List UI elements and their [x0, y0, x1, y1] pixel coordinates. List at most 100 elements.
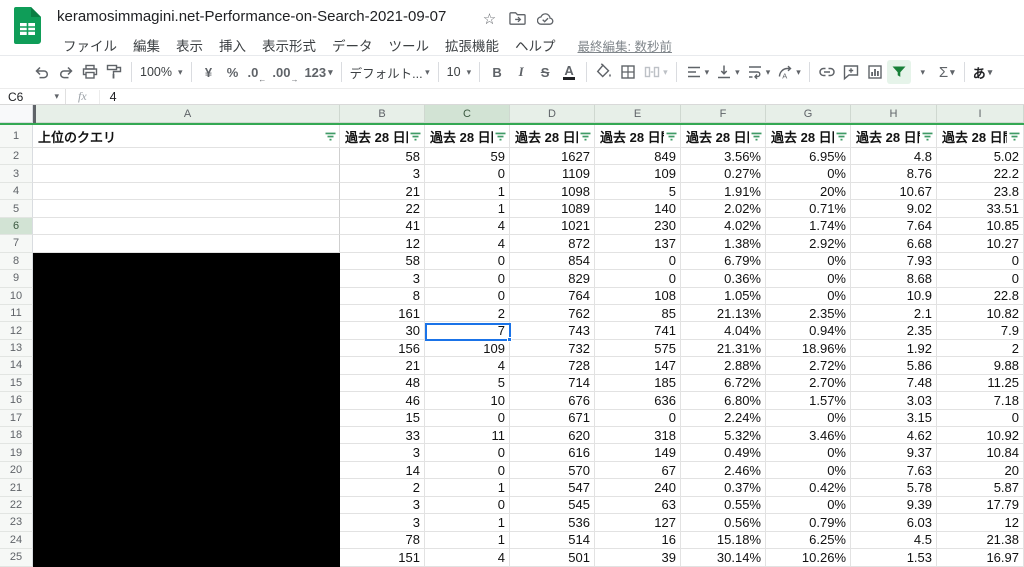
cell-H2[interactable]: 4.8	[851, 148, 937, 166]
cell-H25[interactable]: 1.53	[851, 549, 937, 567]
undo-button[interactable]	[30, 60, 54, 84]
cell-B6[interactable]: 41	[340, 217, 425, 236]
cell-B13[interactable]: 156	[340, 339, 425, 358]
cell-D14[interactable]: 728	[510, 357, 595, 375]
cell-B19[interactable]: 3	[340, 444, 425, 462]
cell-E18[interactable]: 318	[595, 427, 681, 445]
cell-G18[interactable]: 3.46%	[766, 427, 851, 445]
filter-views-button[interactable]: ▾	[911, 60, 935, 84]
cell-F17[interactable]: 2.24%	[681, 409, 766, 427]
filter-icon[interactable]	[1009, 131, 1020, 142]
cell-E24[interactable]: 16	[595, 531, 681, 550]
cell-C18[interactable]: 11	[425, 427, 510, 445]
text-rotation-button[interactable]: A ▾	[773, 60, 804, 84]
menu-item-挿入[interactable]: 挿入	[211, 33, 254, 57]
cell-A6[interactable]	[33, 217, 340, 236]
cell-I2[interactable]: 5.02	[937, 148, 1024, 166]
cell-I20[interactable]: 20	[937, 461, 1024, 480]
cell-B5[interactable]: 22	[340, 200, 425, 218]
cell-D15[interactable]: 714	[510, 374, 595, 393]
row-header-17[interactable]: 17	[0, 409, 33, 427]
cell-C16[interactable]: 10	[425, 392, 510, 410]
cell-F22[interactable]: 0.55%	[681, 496, 766, 515]
cell-I10[interactable]: 22.8	[937, 287, 1024, 305]
cell-D2[interactable]: 1627	[510, 148, 595, 166]
cell-C23[interactable]: 1	[425, 514, 510, 532]
row-header-7[interactable]: 7	[0, 235, 33, 253]
row-header-25[interactable]: 25	[0, 549, 33, 567]
cell-E8[interactable]: 0	[595, 252, 681, 271]
row-header-9[interactable]: 9	[0, 270, 33, 288]
cell-B10[interactable]: 8	[340, 287, 425, 305]
cell-F15[interactable]: 6.72%	[681, 374, 766, 393]
filter-icon[interactable]	[580, 131, 591, 142]
cell-B15[interactable]: 48	[340, 374, 425, 393]
cell-H17[interactable]: 3.15	[851, 409, 937, 427]
filter-icon[interactable]	[495, 131, 506, 142]
row-header-1[interactable]: 1	[0, 125, 33, 148]
merge-cells-button[interactable]: ▾	[640, 60, 671, 84]
cell-G16[interactable]: 1.57%	[766, 392, 851, 410]
cell-B14[interactable]: 21	[340, 357, 425, 375]
cell-E2[interactable]: 849	[595, 148, 681, 166]
cell-H21[interactable]: 5.78	[851, 479, 937, 497]
cell-G8[interactable]: 0%	[766, 252, 851, 271]
cell-C14[interactable]: 4	[425, 357, 510, 375]
format-percent-button[interactable]: %	[221, 60, 245, 84]
cell-I18[interactable]: 10.92	[937, 427, 1024, 445]
row-header-20[interactable]: 20	[0, 461, 33, 480]
cell-G11[interactable]: 2.35%	[766, 304, 851, 323]
row-header-12[interactable]: 12	[0, 322, 33, 340]
cell-C7[interactable]: 4	[425, 235, 510, 253]
filter-button-active[interactable]	[886, 60, 911, 84]
cell-D19[interactable]: 616	[510, 444, 595, 462]
cell-G19[interactable]: 0%	[766, 444, 851, 462]
format-currency-button[interactable]: ¥	[197, 60, 221, 84]
cell-G12[interactable]: 0.94%	[766, 322, 851, 340]
filter-icon[interactable]	[325, 131, 336, 142]
filter-icon[interactable]	[410, 131, 421, 142]
cell-B18[interactable]: 33	[340, 427, 425, 445]
cell-B1[interactable]: 過去 28 日間	[340, 125, 425, 148]
cell-I16[interactable]: 7.18	[937, 392, 1024, 410]
cell-C10[interactable]: 0	[425, 287, 510, 305]
cell-G5[interactable]: 0.71%	[766, 200, 851, 218]
cell-I11[interactable]: 10.82	[937, 304, 1024, 323]
paint-format-button[interactable]	[102, 60, 126, 84]
cell-H13[interactable]: 1.92	[851, 339, 937, 358]
cell-D12[interactable]: 743	[510, 322, 595, 340]
cell-B21[interactable]: 2	[340, 479, 425, 497]
cell-E4[interactable]: 5	[595, 182, 681, 201]
cell-C8[interactable]: 0	[425, 252, 510, 271]
row-header-18[interactable]: 18	[0, 427, 33, 445]
cell-D13[interactable]: 732	[510, 339, 595, 358]
more-formats-button[interactable]: 123 ▾	[301, 60, 335, 84]
cell-F21[interactable]: 0.37%	[681, 479, 766, 497]
vertical-align-button[interactable]: ▾	[712, 60, 743, 84]
cell-F11[interactable]: 21.13%	[681, 304, 766, 323]
cell-B20[interactable]: 14	[340, 461, 425, 480]
insert-chart-button[interactable]	[863, 60, 887, 84]
cell-H4[interactable]: 10.67	[851, 182, 937, 201]
text-color-button[interactable]: A	[557, 60, 581, 84]
cell-I21[interactable]: 5.87	[937, 479, 1024, 497]
cell-D5[interactable]: 1089	[510, 200, 595, 218]
row-header-3[interactable]: 3	[0, 165, 33, 183]
borders-button[interactable]	[616, 60, 640, 84]
cell-G4[interactable]: 20%	[766, 182, 851, 201]
cell-I23[interactable]: 12	[937, 514, 1024, 532]
cell-C6[interactable]: 4	[425, 217, 510, 236]
column-header-A[interactable]: A	[36, 105, 340, 123]
cell-E23[interactable]: 127	[595, 514, 681, 532]
cell-D21[interactable]: 547	[510, 479, 595, 497]
cell-I1[interactable]: 過去 28 日間	[937, 125, 1024, 148]
cell-A1[interactable]: 上位のクエリ	[33, 125, 340, 148]
cell-B24[interactable]: 78	[340, 531, 425, 550]
cell-D6[interactable]: 1021	[510, 217, 595, 236]
cell-D8[interactable]: 854	[510, 252, 595, 271]
cell-I22[interactable]: 17.79	[937, 496, 1024, 515]
cell-F4[interactable]: 1.91%	[681, 182, 766, 201]
fill-handle[interactable]	[507, 337, 512, 343]
cell-C11[interactable]: 2	[425, 304, 510, 323]
cell-F5[interactable]: 2.02%	[681, 200, 766, 218]
